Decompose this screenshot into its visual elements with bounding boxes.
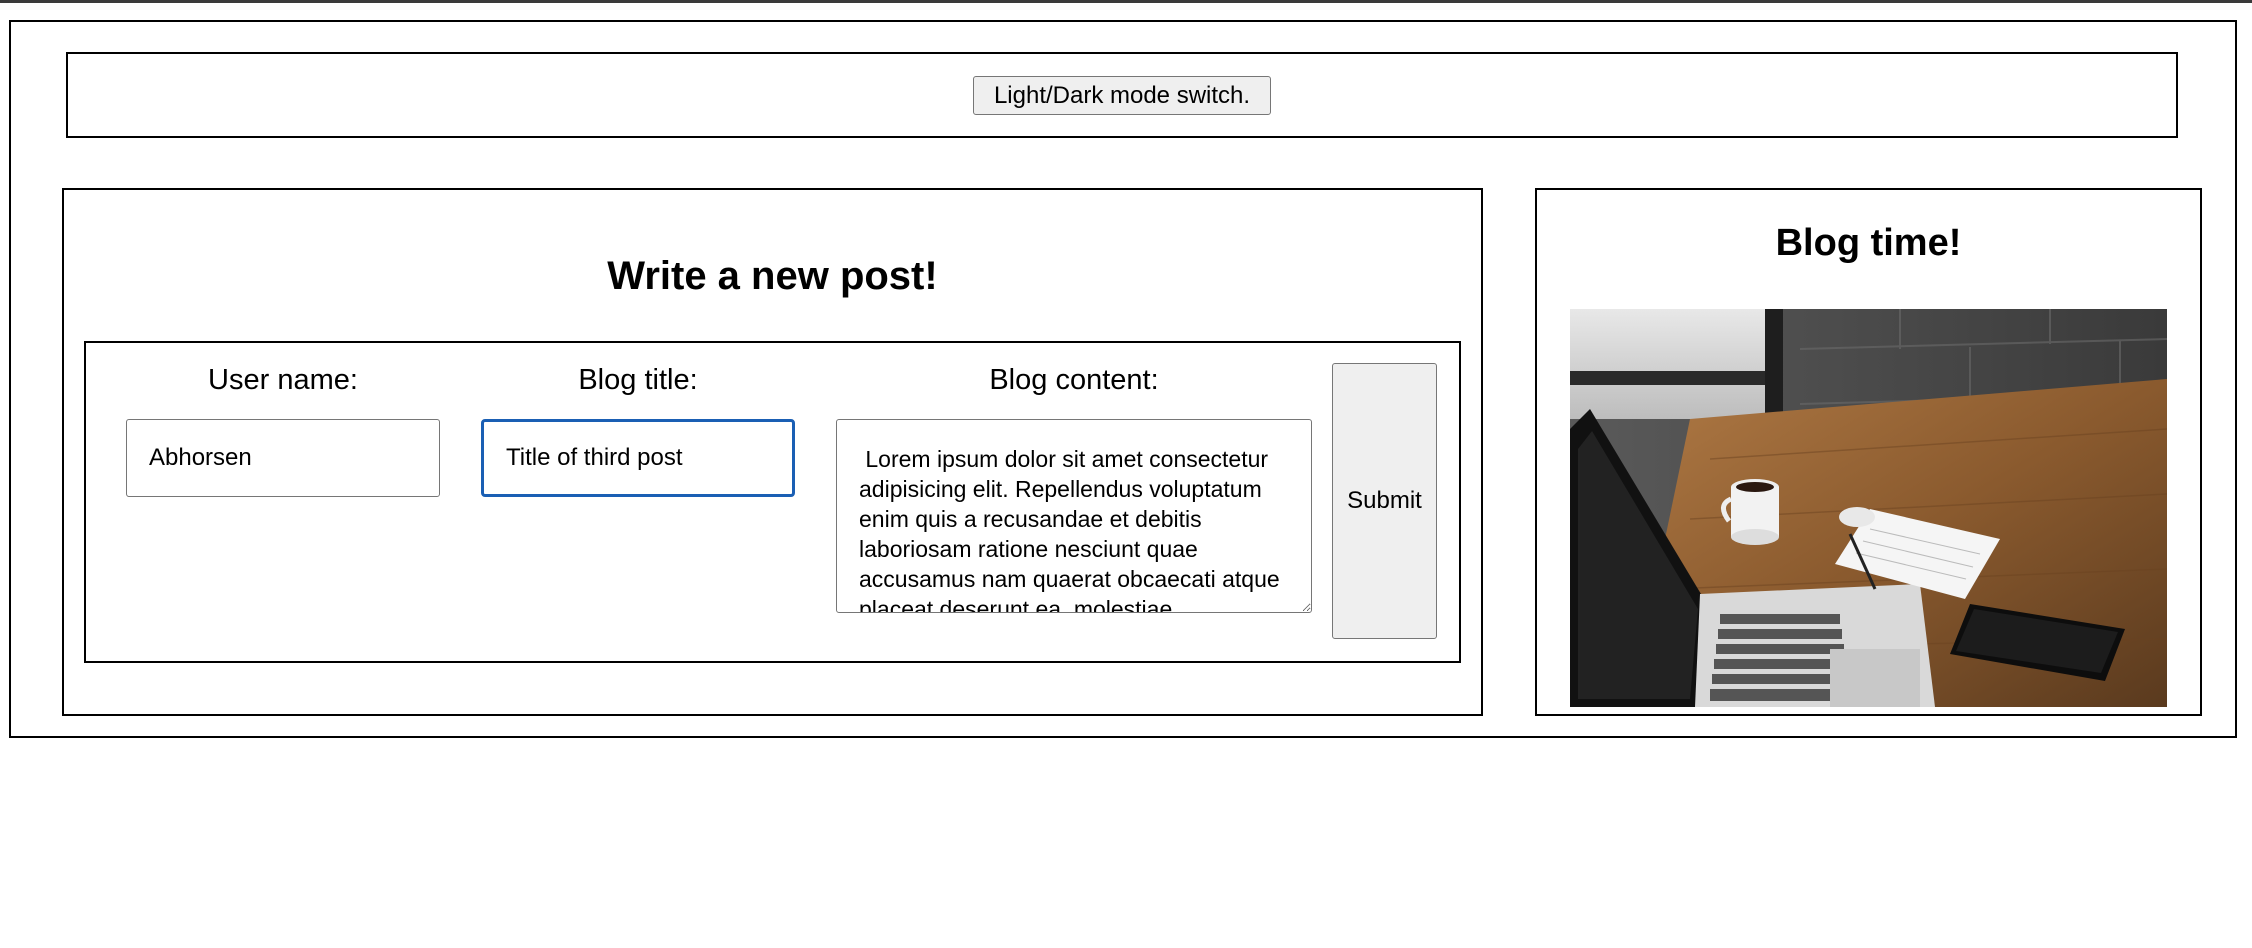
blog-content-textarea[interactable]: Lorem ipsum dolor sit amet consectetur a…: [836, 419, 1312, 613]
light-dark-mode-switch-button[interactable]: Light/Dark mode switch.: [973, 76, 1271, 115]
blog-content-label: Blog content:: [989, 364, 1159, 396]
user-name-input[interactable]: [126, 419, 440, 497]
user-name-label: User name:: [208, 364, 358, 396]
new-post-heading: Write a new post!: [607, 254, 938, 298]
blog-title-label: Blog title:: [578, 364, 698, 396]
top-border-line: [0, 0, 2252, 3]
sidebar-heading: Blog time!: [1775, 222, 1962, 264]
blog-title-input[interactable]: [481, 419, 795, 497]
submit-button[interactable]: Submit: [1332, 363, 1437, 639]
desk-photo-image: [1570, 309, 2167, 707]
